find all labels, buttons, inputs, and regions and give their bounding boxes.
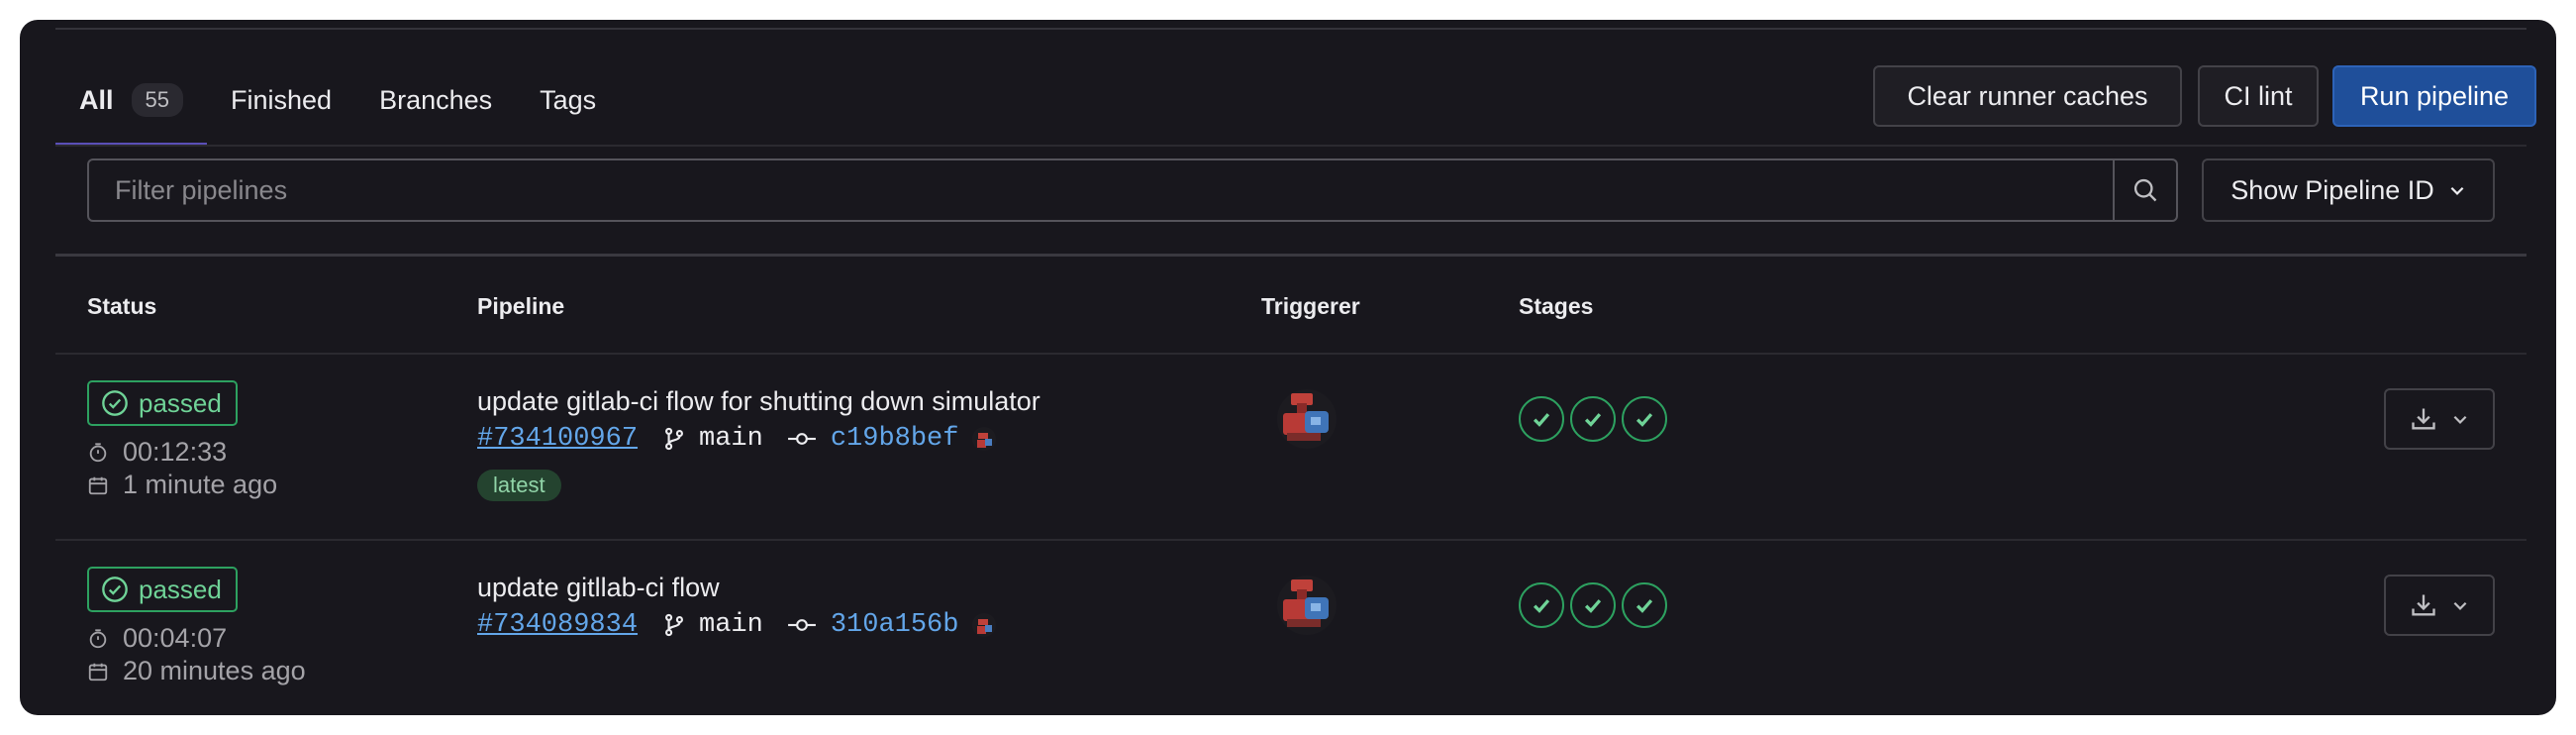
- status-badge[interactable]: passed: [87, 567, 238, 612]
- tab-all[interactable]: All 55: [55, 55, 207, 147]
- commit-author-avatar[interactable]: [972, 427, 997, 451]
- tab-all-label: All: [79, 84, 114, 115]
- pipeline-tabs: All 55 Finished Branches Tags: [55, 55, 620, 147]
- stage-status[interactable]: [1570, 396, 1616, 442]
- latest-badge: latest: [477, 470, 561, 501]
- column-pipeline: Pipeline: [477, 293, 565, 319]
- search-icon: [2133, 178, 2157, 202]
- duration-value: 00:04:07: [123, 623, 228, 653]
- triggerer-avatar[interactable]: [1277, 576, 1337, 635]
- pipelines-panel: All 55 Finished Branches Tags Clear runn…: [20, 20, 2556, 715]
- calendar-icon: [88, 476, 108, 494]
- check-icon: [1635, 413, 1653, 427]
- commit-icon: [787, 433, 816, 445]
- pipeline-id-link[interactable]: #734100967: [477, 424, 638, 454]
- stages-list: [1519, 396, 1667, 442]
- download-artifacts-dropdown[interactable]: [2384, 575, 2495, 636]
- tab-branches-label: Branches: [379, 84, 493, 115]
- show-pipeline-id-dropdown[interactable]: Show Pipeline ID: [2202, 158, 2495, 222]
- stages-list: [1519, 582, 1667, 628]
- branch-ref[interactable]: main: [699, 610, 763, 640]
- duration: 00:04:07: [87, 623, 227, 654]
- duration: 00:12:33: [87, 437, 227, 468]
- filter-pipelines-input[interactable]: [89, 160, 2113, 220]
- download-artifacts-dropdown[interactable]: [2384, 388, 2495, 450]
- chevron-down-icon: [2453, 415, 2467, 424]
- download-icon: [2412, 408, 2435, 430]
- commit-author-avatar[interactable]: [972, 613, 997, 637]
- timer-icon: [89, 628, 107, 648]
- calendar-icon: [88, 663, 108, 681]
- tab-finished-label: Finished: [231, 84, 333, 115]
- chevron-down-icon: [2453, 601, 2467, 610]
- finished-time-value: 1 minute ago: [123, 470, 278, 499]
- status-label: passed: [139, 574, 222, 604]
- search-button[interactable]: [2113, 160, 2176, 220]
- stage-status[interactable]: [1570, 582, 1616, 628]
- clear-runner-caches-button[interactable]: Clear runner caches: [1873, 65, 2182, 127]
- finished-time: 20 minutes ago: [87, 656, 306, 686]
- branch-ref[interactable]: main: [699, 424, 763, 454]
- download-icon: [2412, 594, 2435, 616]
- stage-status[interactable]: [1622, 582, 1667, 628]
- stage-status[interactable]: [1622, 396, 1667, 442]
- branch-icon: [665, 427, 684, 451]
- status-label: passed: [139, 387, 222, 418]
- check-icon: [1584, 413, 1602, 427]
- check-circle-icon: [102, 577, 128, 602]
- duration-value: 00:12:33: [123, 437, 228, 467]
- tab-finished[interactable]: Finished: [207, 55, 355, 145]
- check-icon: [1584, 599, 1602, 613]
- run-pipeline-button[interactable]: Run pipeline: [2332, 65, 2536, 127]
- show-pipeline-id-label: Show Pipeline ID: [2230, 174, 2434, 205]
- pipeline-title[interactable]: update gitllab-ci flow: [477, 573, 720, 603]
- pipeline-info: #734089834 main 310a156b: [477, 610, 997, 640]
- tab-tags[interactable]: Tags: [516, 55, 620, 145]
- timer-icon: [89, 442, 107, 462]
- tab-tags-label: Tags: [540, 84, 597, 115]
- check-icon: [1533, 413, 1550, 427]
- commit-icon: [787, 619, 816, 631]
- tabs-divider: [55, 145, 2526, 147]
- pipeline-id-link[interactable]: #734089834: [477, 610, 638, 640]
- tab-all-count: 55: [131, 83, 183, 117]
- ci-lint-button[interactable]: CI lint: [2198, 65, 2319, 127]
- finished-time-value: 20 minutes ago: [123, 656, 306, 685]
- column-triggerer: Triggerer: [1261, 293, 1360, 319]
- header-divider: [55, 353, 2526, 355]
- finished-time: 1 minute ago: [87, 470, 277, 500]
- triggerer-avatar[interactable]: [1277, 389, 1337, 449]
- check-icon: [1533, 599, 1550, 613]
- filter-bar: [87, 158, 2178, 222]
- tab-branches[interactable]: Branches: [355, 55, 516, 145]
- pipeline-title[interactable]: update gitlab-ci flow for shutting down …: [477, 386, 1040, 417]
- top-divider: [55, 28, 2526, 30]
- commit-sha-link[interactable]: c19b8bef: [831, 424, 959, 454]
- chevron-down-icon: [2450, 186, 2464, 195]
- status-badge[interactable]: passed: [87, 380, 238, 426]
- column-stages: Stages: [1519, 293, 1594, 319]
- branch-icon: [665, 613, 684, 637]
- filter-divider: [55, 254, 2526, 257]
- column-status: Status: [87, 293, 157, 319]
- stage-status[interactable]: [1519, 396, 1564, 442]
- commit-sha-link[interactable]: 310a156b: [831, 610, 959, 640]
- check-icon: [1635, 599, 1653, 613]
- check-circle-icon: [102, 390, 128, 416]
- row-divider: [55, 539, 2526, 541]
- pipeline-info: #734100967 main c19b8bef: [477, 424, 997, 454]
- stage-status[interactable]: [1519, 582, 1564, 628]
